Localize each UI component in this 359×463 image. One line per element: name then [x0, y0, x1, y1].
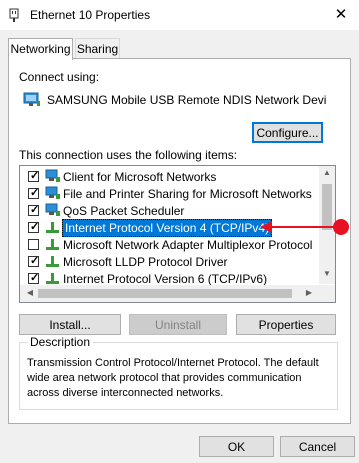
horizontal-scrollbar[interactable]: ◀ ▶	[20, 285, 335, 302]
list-item-label: Microsoft LLDP Protocol Driver	[63, 255, 228, 269]
list-item-label: QoS Packet Scheduler	[63, 204, 185, 218]
items-label: This connection uses the following items…	[19, 148, 238, 162]
protocol-icon	[46, 273, 59, 284]
checkbox[interactable]: ✓	[28, 204, 39, 216]
tab-networking[interactable]: Networking	[8, 38, 73, 60]
properties-button[interactable]: Properties	[236, 314, 336, 335]
tab-sharing[interactable]: Sharing	[75, 38, 120, 59]
checkbox[interactable]: ✓	[28, 272, 39, 284]
list-item[interactable]: ✓ File and Printer Sharing for Microsoft…	[20, 185, 320, 202]
network-client-icon	[45, 203, 60, 216]
scroll-up-icon[interactable]: ▲	[319, 168, 335, 177]
description-title: Description	[27, 335, 94, 349]
list-item[interactable]: ✓ Client for Microsoft Networks	[20, 168, 320, 185]
list-item-label: Internet Protocol Version 4 (TCP/IPv4)	[62, 219, 273, 237]
network-client-icon	[45, 186, 60, 199]
list-item[interactable]: ✓ QoS Packet Scheduler	[20, 202, 320, 219]
cancel-button[interactable]: Cancel	[280, 436, 355, 457]
list-item[interactable]: Microsoft Network Adapter Multiplexor Pr…	[20, 236, 320, 253]
list-item-label: Internet Protocol Version 6 (TCP/IPv6)	[63, 272, 268, 286]
description-text: Transmission Control Protocol/Internet P…	[27, 357, 319, 399]
checkbox[interactable]: ✓	[28, 221, 39, 233]
network-adapter-icon	[9, 8, 19, 22]
annotation-arrow	[260, 219, 349, 235]
list-item[interactable]: ✓ Microsoft LLDP Protocol Driver	[20, 253, 320, 270]
checkbox[interactable]	[28, 239, 39, 250]
list-item-label: Client for Microsoft Networks	[63, 170, 217, 184]
checkbox[interactable]: ✓	[28, 187, 39, 199]
ok-button[interactable]: OK	[199, 436, 274, 457]
checkbox[interactable]: ✓	[28, 255, 39, 267]
scroll-thumb[interactable]	[38, 289, 292, 298]
network-client-icon	[45, 169, 60, 182]
uninstall-button[interactable]: Uninstall	[129, 314, 227, 335]
protocol-icon	[46, 239, 59, 250]
install-button[interactable]: Install...	[19, 314, 121, 335]
scroll-right-icon[interactable]: ▶	[301, 288, 317, 297]
list-item-label: Microsoft Network Adapter Multiplexor Pr…	[63, 238, 313, 252]
scroll-left-icon[interactable]: ◀	[22, 288, 38, 297]
protocol-icon	[46, 256, 59, 267]
connect-using-label: Connect using:	[19, 70, 100, 84]
device-name: SAMSUNG Mobile USB Remote NDIS Network D…	[47, 93, 327, 107]
configure-button[interactable]: Configure...	[252, 122, 323, 143]
checkbox[interactable]: ✓	[28, 170, 39, 182]
network-adapter-icon	[23, 92, 40, 106]
close-icon[interactable]: ✕	[330, 5, 352, 25]
protocol-icon	[46, 222, 59, 233]
scroll-down-icon[interactable]: ▼	[319, 269, 335, 278]
list-item-label: File and Printer Sharing for Microsoft N…	[63, 187, 312, 201]
window-title: Ethernet 10 Properties	[30, 8, 151, 22]
